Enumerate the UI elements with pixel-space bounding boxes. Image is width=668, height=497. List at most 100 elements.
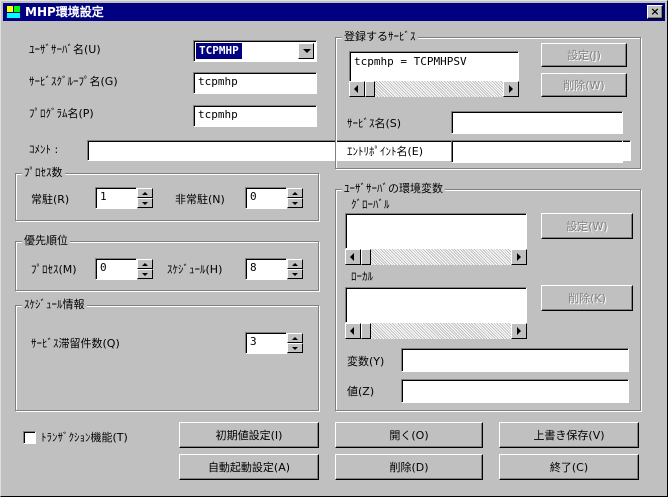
schedule-priority-spin-down[interactable]	[287, 269, 303, 279]
mhp-settings-window: MHP環境設定 × ﾕｰｻﾞｻｰﾊﾞ名(U) TCPMHP ｻｰﾋﾞｽｸﾞﾙｰﾌ…	[0, 0, 668, 497]
scroll-thumb[interactable]	[361, 323, 371, 339]
resident-spinner[interactable]	[137, 188, 153, 208]
title-bar[interactable]: MHP環境設定 ×	[3, 3, 665, 21]
global-list-scrollbar[interactable]	[345, 249, 527, 265]
user-server-name-label: ﾕｰｻﾞｻｰﾊﾞ名(U)	[29, 43, 101, 56]
service-name-label: ｻｰﾋﾞｽ名(S)	[347, 117, 402, 130]
exit-button[interactable]: 終了(C)	[499, 454, 639, 480]
scroll-right-button[interactable]	[511, 249, 527, 265]
arrow-right-icon	[517, 253, 521, 261]
service-backlog-spin-up[interactable]	[287, 333, 303, 343]
value-label: 値(Z)	[347, 385, 375, 398]
schedule-priority-spinner[interactable]	[287, 259, 303, 279]
service-backlog-spinner[interactable]	[287, 333, 303, 353]
local-vars-list[interactable]	[345, 287, 527, 323]
schedule-priority-value: 8	[250, 261, 257, 274]
resident-label: 常駐(R)	[31, 193, 70, 206]
value-field[interactable]	[401, 379, 629, 403]
combo-dropdown-button[interactable]	[298, 43, 314, 59]
arrow-right-icon	[509, 85, 513, 93]
env-set-button[interactable]: 設定(W)	[541, 213, 633, 239]
service-name-field[interactable]	[451, 111, 623, 134]
registered-services-title: 登録するｻｰﾋﾞｽ	[342, 30, 418, 44]
delete-button[interactable]: 削除(D)	[335, 454, 483, 480]
scroll-right-button[interactable]	[511, 323, 527, 339]
schedule-priority-spin-up[interactable]	[287, 259, 303, 269]
service-delete-button[interactable]: 削除(W)	[541, 73, 627, 97]
window-title: MHP環境設定	[25, 5, 104, 19]
scroll-thumb[interactable]	[365, 81, 375, 97]
nonresident-spinner[interactable]	[287, 188, 303, 208]
arrow-down-icon	[292, 347, 298, 350]
program-name-value: tcpmhp	[198, 108, 238, 121]
env-delete-button[interactable]: 削除(K)	[541, 285, 633, 311]
chevron-down-icon	[303, 49, 311, 53]
scroll-thumb[interactable]	[361, 249, 371, 265]
process-priority-field[interactable]: 0	[95, 258, 137, 280]
open-button[interactable]: 開く(O)	[335, 422, 483, 448]
local-label: ﾛｰｶﾙ	[351, 270, 373, 283]
process-priority-spin-down[interactable]	[137, 269, 153, 279]
services-list-item[interactable]: tcpmhp = TCPMHPSV	[354, 55, 467, 69]
service-group-name-field[interactable]: tcpmhp	[193, 72, 317, 94]
schedule-priority-field[interactable]: 8	[245, 258, 287, 280]
service-group-name-value: tcpmhp	[198, 75, 238, 88]
resident-spin-up[interactable]	[137, 188, 153, 198]
initial-settings-button[interactable]: 初期値設定(I)	[179, 422, 319, 448]
user-server-name-value: TCPMHP	[196, 43, 242, 59]
service-group-name-label: ｻｰﾋﾞｽｸﾞﾙｰﾌﾟ名(G)	[29, 75, 118, 88]
scroll-left-button[interactable]	[345, 323, 361, 339]
schedule-info-group: ｽｹｼﾞｭｰﾙ情報	[15, 298, 319, 411]
nonresident-spin-up[interactable]	[287, 188, 303, 198]
variable-field[interactable]	[401, 348, 629, 372]
overwrite-save-button[interactable]: 上書き保存(V)	[499, 422, 639, 448]
arrow-down-icon	[142, 202, 148, 205]
process-priority-label: ﾌﾟﾛｾｽ(M)	[31, 263, 77, 276]
comment-label: ｺﾒﾝﾄ :	[29, 143, 59, 156]
nonresident-value: 0	[250, 190, 257, 203]
arrow-down-icon	[292, 202, 298, 205]
service-backlog-label: ｻｰﾋﾞｽ滞留件数(Q)	[31, 337, 120, 350]
scroll-left-button[interactable]	[345, 249, 361, 265]
program-name-label: ﾌﾟﾛｸﾞﾗﾑ名(P)	[29, 107, 94, 120]
local-list-scrollbar[interactable]	[345, 323, 527, 339]
service-backlog-spin-down[interactable]	[287, 343, 303, 353]
resident-value: 1	[100, 190, 107, 203]
nonresident-label: 非常駐(N)	[175, 193, 225, 206]
arrow-up-icon	[292, 337, 298, 340]
global-label: ｸﾞﾛｰﾊﾞﾙ	[351, 198, 390, 211]
transaction-label[interactable]: ﾄﾗﾝｻﾞｸｼｮﾝ機能(T)	[41, 431, 128, 445]
variable-label: 変数(Y)	[347, 355, 385, 368]
transaction-checkbox[interactable]	[23, 431, 36, 444]
close-button[interactable]: ×	[647, 5, 663, 19]
arrow-up-icon	[292, 263, 298, 266]
autostart-settings-button[interactable]: 自動起動設定(A)	[179, 454, 319, 480]
process-priority-spin-up[interactable]	[137, 259, 153, 269]
process-priority-value: 0	[100, 261, 107, 274]
env-vars-title: ﾕｰｻﾞｻｰﾊﾞの環境変数	[342, 182, 445, 196]
global-vars-list[interactable]	[345, 213, 527, 249]
nonresident-field[interactable]: 0	[245, 187, 287, 209]
user-server-name-combo[interactable]: TCPMHP	[193, 40, 317, 62]
app-icon	[7, 6, 20, 18]
arrow-down-icon	[292, 273, 298, 276]
scroll-right-button[interactable]	[503, 81, 519, 97]
service-set-button[interactable]: 設定(J)	[541, 43, 627, 67]
schedule-info-title: ｽｹｼﾞｭｰﾙ情報	[22, 298, 87, 312]
arrow-up-icon	[142, 192, 148, 195]
entry-point-field[interactable]	[451, 140, 623, 163]
arrow-down-icon	[142, 273, 148, 276]
program-name-field[interactable]: tcpmhp	[193, 105, 317, 127]
service-backlog-field[interactable]: 3	[245, 332, 287, 354]
nonresident-spin-down[interactable]	[287, 198, 303, 208]
resident-field[interactable]: 1	[95, 187, 137, 209]
scroll-left-button[interactable]	[349, 81, 365, 97]
entry-point-label: ｴﾝﾄﾘﾎﾟｲﾝﾄ名(E)	[347, 145, 424, 158]
arrow-left-icon	[350, 253, 354, 261]
arrow-up-icon	[292, 192, 298, 195]
resident-spin-down[interactable]	[137, 198, 153, 208]
arrow-up-icon	[142, 263, 148, 266]
close-icon: ×	[650, 5, 660, 18]
process-priority-spinner[interactable]	[137, 259, 153, 279]
services-list-scrollbar[interactable]	[349, 81, 519, 97]
